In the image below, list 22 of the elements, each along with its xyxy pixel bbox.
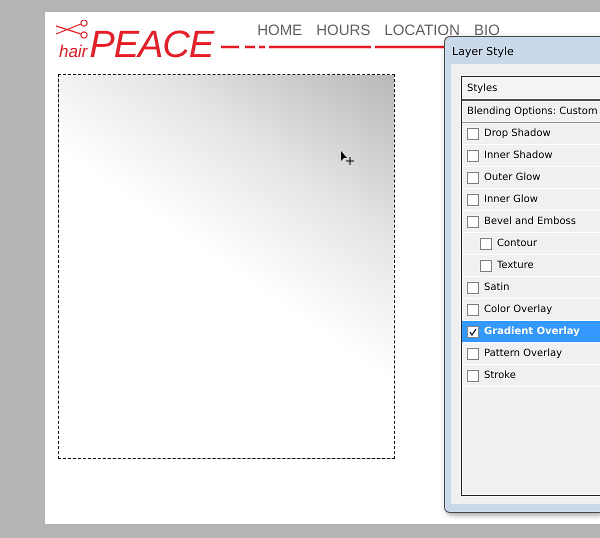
checkbox[interactable]: [467, 128, 479, 140]
scissors-icon: [55, 20, 89, 40]
nav-link[interactable]: HOME: [257, 22, 302, 39]
checkbox[interactable]: [467, 326, 479, 338]
nav-link[interactable]: HOURS: [316, 22, 370, 39]
logo-text: hair: [59, 42, 88, 62]
nav-link[interactable]: BIO: [474, 22, 500, 39]
checkbox[interactable]: [467, 172, 479, 184]
checkbox[interactable]: [467, 304, 479, 316]
checkbox[interactable]: [467, 282, 479, 294]
nav-link[interactable]: LOCATION: [384, 22, 460, 39]
checkbox[interactable]: [467, 370, 479, 382]
checkbox[interactable]: [480, 238, 492, 250]
styles-header[interactable]: Styles: [462, 77, 600, 101]
checkbox[interactable]: [467, 348, 479, 360]
dialog-title: Layer Style: [451, 44, 515, 60]
move-cursor-icon: [340, 150, 356, 166]
checkbox[interactable]: [467, 194, 479, 206]
checkbox[interactable]: [467, 150, 479, 162]
checkbox[interactable]: [480, 260, 492, 272]
checkbox[interactable]: [467, 216, 479, 228]
logo-text: PEACE: [89, 26, 214, 64]
